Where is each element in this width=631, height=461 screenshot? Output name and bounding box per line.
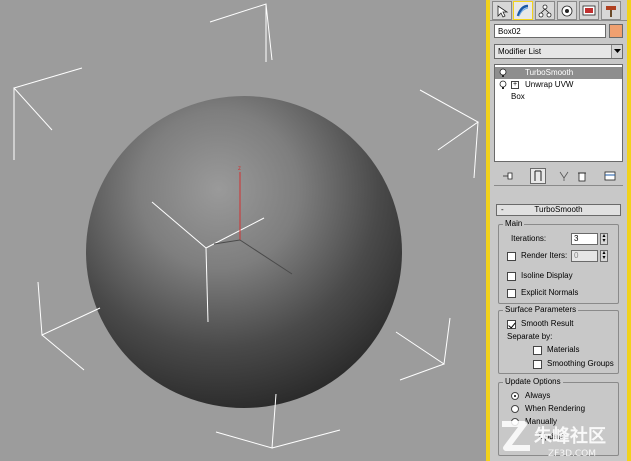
command-panel-tabs bbox=[490, 0, 627, 21]
stack-item-label: TurboSmooth bbox=[525, 68, 574, 77]
materials-label: Materials bbox=[547, 345, 580, 354]
isoline-display-label: Isoline Display bbox=[521, 271, 573, 280]
collapse-minus-icon[interactable]: - bbox=[501, 205, 504, 215]
motion-tab[interactable] bbox=[557, 1, 577, 20]
create-tab[interactable] bbox=[492, 1, 512, 20]
render-iters-label: Render Iters: bbox=[521, 251, 568, 260]
watermark-text: 朱峰社区 bbox=[534, 425, 606, 447]
modifier-list-dropdown[interactable]: Modifier List bbox=[494, 44, 623, 59]
stack-item-unwrap-uvw[interactable]: + Unwrap UVW bbox=[495, 79, 622, 91]
pin-icon bbox=[503, 172, 513, 180]
command-panel: Box02 Modifier List TurboSmooth + Unwrap… bbox=[490, 0, 627, 461]
main-group-title: Main bbox=[503, 219, 525, 229]
stack-toolbar bbox=[494, 166, 623, 186]
motion-icon bbox=[561, 5, 573, 16]
viewport-canvas: z bbox=[13, 3, 479, 449]
smoothing-groups-checkbox[interactable] bbox=[533, 360, 542, 369]
always-label: Always bbox=[525, 391, 551, 400]
stack-item-turbosmooth[interactable]: TurboSmooth bbox=[495, 67, 622, 79]
object-name-field[interactable]: Box02 bbox=[494, 24, 606, 38]
stack-item-box[interactable]: Box bbox=[495, 91, 622, 103]
modifier-stack: TurboSmooth + Unwrap UVW Box bbox=[494, 64, 623, 162]
lightbulb-icon[interactable] bbox=[499, 80, 507, 90]
surface-parameters-title: Surface Parameters bbox=[503, 305, 579, 315]
remove-modifier-button[interactable] bbox=[574, 168, 590, 184]
z-axis-label: z bbox=[238, 166, 241, 172]
display-tab[interactable] bbox=[579, 1, 599, 20]
chevron-down-icon[interactable] bbox=[611, 45, 622, 58]
iterations-spinner-input[interactable]: 3 bbox=[571, 233, 598, 245]
perspective-viewport[interactable]: z bbox=[0, 0, 486, 461]
smoothing-groups-label: Smoothing Groups bbox=[547, 359, 614, 368]
pin-stack-button[interactable] bbox=[500, 168, 516, 184]
iterations-spinner-arrows[interactable]: ▴ ▾ bbox=[600, 233, 608, 245]
render-iters-spinner-input[interactable]: 0 bbox=[571, 250, 598, 262]
main-group: Main Iterations: 3 ▴ ▾ Render Iters: 0 ▴ ▾… bbox=[498, 219, 619, 304]
hierarchy-tab[interactable] bbox=[535, 1, 555, 20]
smooth-result-label: Smooth Result bbox=[521, 319, 574, 328]
materials-checkbox[interactable] bbox=[533, 346, 542, 355]
trash-icon bbox=[578, 172, 586, 182]
separate-by-label: Separate by: bbox=[507, 332, 553, 341]
make-unique-button[interactable] bbox=[556, 168, 572, 184]
always-radio[interactable] bbox=[511, 392, 519, 400]
display-icon bbox=[582, 5, 596, 15]
show-end-result-button[interactable] bbox=[530, 168, 546, 184]
explicit-normals-label: Explicit Normals bbox=[521, 288, 579, 297]
hammer-icon bbox=[606, 5, 616, 17]
turbosmooth-rollout-header[interactable]: - TurboSmooth bbox=[496, 204, 621, 216]
smooth-result-checkbox[interactable] bbox=[507, 320, 516, 329]
render-iters-spinner-arrows[interactable]: ▴ ▾ bbox=[600, 250, 608, 262]
modify-tab[interactable] bbox=[513, 1, 533, 20]
isoline-display-checkbox[interactable] bbox=[507, 272, 516, 281]
surface-parameters-group: Surface Parameters Smooth Result Separat… bbox=[498, 305, 619, 374]
configure-icon bbox=[604, 171, 616, 181]
configure-modifier-sets-button[interactable] bbox=[602, 168, 618, 184]
hierarchy-icon bbox=[538, 4, 552, 17]
lightbulb-icon[interactable] bbox=[499, 68, 507, 78]
modifier-list-label: Modifier List bbox=[498, 47, 542, 56]
utilities-tab[interactable] bbox=[601, 1, 621, 20]
make-unique-icon bbox=[559, 171, 569, 181]
update-options-title: Update Options bbox=[503, 377, 563, 387]
stack-item-label: Box bbox=[511, 92, 525, 101]
pointer-icon bbox=[497, 4, 509, 18]
expand-plus-icon[interactable]: + bbox=[511, 81, 519, 89]
watermark-subtext: ZF3D.COM bbox=[548, 449, 596, 459]
rollout-title: TurboSmooth bbox=[534, 205, 583, 214]
render-iters-checkbox[interactable] bbox=[507, 252, 516, 261]
modify-icon bbox=[516, 4, 529, 16]
watermark-logo: 朱峰社区 ZF3D.COM bbox=[502, 421, 606, 459]
when-rendering-radio[interactable] bbox=[511, 405, 519, 413]
end-result-icon bbox=[534, 170, 542, 181]
stack-item-label: Unwrap UVW bbox=[525, 80, 574, 89]
panel-border-right bbox=[627, 0, 631, 461]
iterations-label: Iterations: bbox=[511, 234, 547, 243]
explicit-normals-checkbox[interactable] bbox=[507, 289, 516, 298]
sphere-mesh bbox=[86, 96, 402, 408]
object-color-swatch[interactable] bbox=[609, 24, 623, 38]
